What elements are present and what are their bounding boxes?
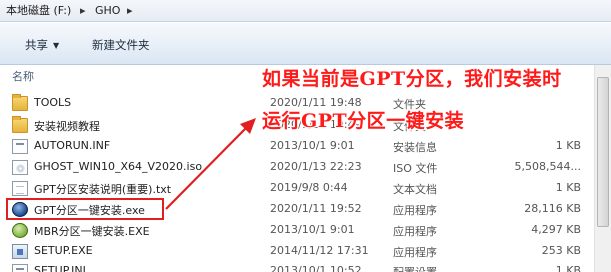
folder-icon: [12, 116, 28, 133]
file-date: 2020/1/11 19:52: [270, 202, 362, 215]
file-size: 1 KB: [555, 264, 581, 272]
list-item[interactable]: GPT分区安装说明(重要).txt 2019/9/8 0:44 文本文档 1 K…: [0, 179, 611, 198]
file-name: GPT分区安装说明(重要).txt: [34, 183, 172, 196]
list-item[interactable]: SETUP.EXE 2014/11/12 17:31 应用程序 253 KB: [0, 242, 611, 261]
breadcrumb-separator-icon[interactable]: ▸: [80, 3, 86, 19]
new-folder-label: 新建文件夹: [92, 38, 150, 52]
file-date: 2019/9/8 0:44: [270, 181, 348, 194]
file-date: 2013/10/1 9:01: [270, 139, 355, 152]
list-item[interactable]: AUTORUN.INF 2013/10/1 9:01 安装信息 1 KB: [0, 137, 611, 156]
file-type: 文本文档: [393, 183, 437, 196]
breadcrumb-separator-icon[interactable]: ▸: [127, 3, 133, 19]
file-size: 5,508,544...: [514, 160, 581, 173]
file-type: 应用程序: [393, 225, 437, 238]
scrollbar-thumb[interactable]: [597, 77, 609, 227]
installer-icon: [12, 244, 28, 259]
share-label: 共享: [25, 38, 48, 52]
file-type: 安装信息: [393, 141, 437, 154]
file-type: 应用程序: [393, 246, 437, 259]
command-toolbar: 共享 ▼ 新建文件夹: [0, 23, 611, 65]
list-item[interactable]: MBR分区一键安装.EXE 2013/10/1 9:01 应用程序 4,297 …: [0, 221, 611, 240]
breadcrumb-folder[interactable]: GHO: [95, 3, 120, 19]
file-type: 应用程序: [393, 204, 437, 217]
vertical-scrollbar[interactable]: [594, 65, 611, 272]
chevron-down-icon: ▼: [53, 41, 60, 50]
file-date: 2013/10/1 9:01: [270, 223, 355, 236]
column-name-header[interactable]: 名称: [12, 68, 34, 84]
file-name: 安装视频教程: [34, 120, 100, 133]
settings-file-icon: [12, 264, 28, 272]
file-date: 2014/11/12 17:31: [270, 244, 369, 257]
file-size: 28,116 KB: [524, 202, 581, 215]
share-button[interactable]: 共享 ▼: [25, 36, 59, 54]
disc-image-icon: [12, 160, 28, 175]
app-disc-icon: [12, 223, 28, 238]
file-name: MBR分区一键安装.EXE: [34, 225, 150, 238]
annotation-line-1: 如果当前是GPT分区，我们安装时: [262, 68, 562, 90]
file-name: TOOLS: [34, 96, 72, 109]
address-bar[interactable]: 本地磁盘 (F:) ▸ GHO ▸: [0, 0, 611, 22]
file-size: 4,297 KB: [531, 223, 581, 236]
highlight-box: [6, 198, 164, 220]
file-date: 2020/1/13 22:23: [270, 160, 362, 173]
list-item[interactable]: GHOST_WIN10_X64_V2020.iso 2020/1/13 22:2…: [0, 158, 611, 177]
file-name: SETUP.EXE: [34, 244, 93, 257]
breadcrumb-drive[interactable]: 本地磁盘 (F:): [6, 3, 71, 19]
list-item[interactable]: SETUP.INI 2013/10/1 10:52 配置设置 1 KB: [0, 262, 611, 272]
file-name: SETUP.INI: [34, 264, 86, 272]
file-name: AUTORUN.INF: [34, 139, 111, 152]
new-folder-button[interactable]: 新建文件夹: [92, 36, 150, 54]
file-size: 253 KB: [541, 244, 581, 257]
file-type: ISO 文件: [393, 162, 438, 175]
text-file-icon: [12, 181, 28, 196]
file-type: 配置设置: [393, 264, 437, 272]
file-size: 1 KB: [555, 181, 581, 194]
file-name: GHOST_WIN10_X64_V2020.iso: [34, 160, 203, 173]
file-date: 2013/10/1 10:52: [270, 264, 362, 272]
file-size: 1 KB: [555, 139, 581, 152]
annotation-line-2: 运行GPT分区一键安装: [262, 110, 465, 132]
folder-icon: [12, 94, 28, 111]
settings-file-icon: [12, 139, 28, 154]
